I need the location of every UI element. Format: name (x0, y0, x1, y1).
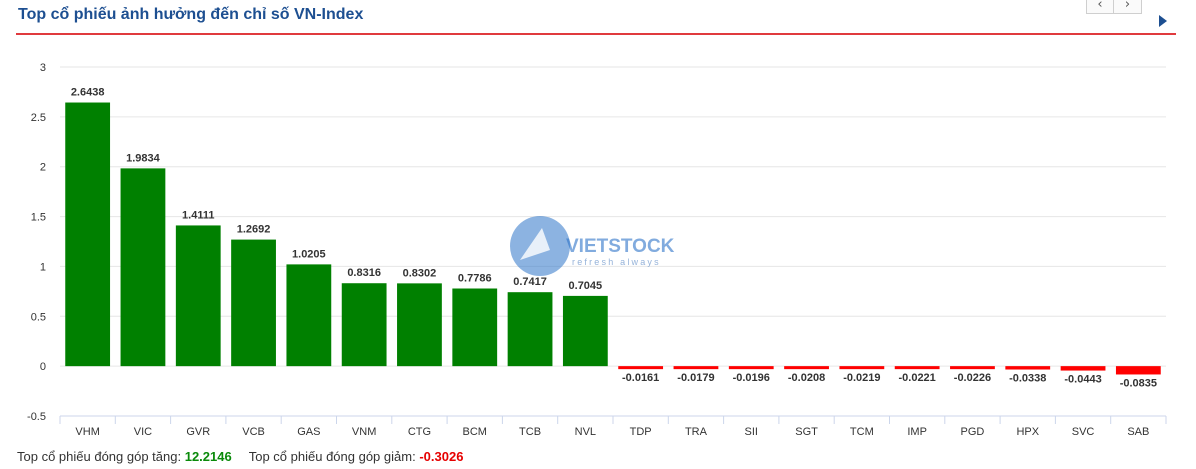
loss-value: -0.3026 (419, 449, 464, 464)
y-tick-label: 2.5 (31, 112, 46, 124)
x-tick-label: PGD (961, 426, 985, 438)
x-tick-label: CTG (408, 426, 431, 438)
data-label: -0.0226 (954, 372, 991, 384)
next-button[interactable]: › (1114, 0, 1142, 14)
x-tick-label: GAS (297, 426, 320, 438)
chevron-right-icon: › (1124, 0, 1131, 12)
data-label: 1.9834 (126, 152, 161, 164)
gain-label: Top cổ phiếu đóng góp tăng: (17, 449, 182, 464)
bar-CTG (397, 283, 442, 367)
bar-GVR (175, 225, 221, 367)
data-label: 1.2692 (237, 224, 271, 236)
x-tick-label: TRA (685, 426, 708, 438)
x-tick-label: VHM (75, 426, 99, 438)
page-title: Top cổ phiếu ảnh hưởng đến chỉ số VN-Ind… (18, 6, 364, 23)
y-tick-label: 0 (40, 361, 46, 373)
loss-label: Top cổ phiếu đóng góp giảm: (248, 449, 416, 464)
bar-SGT (784, 366, 829, 370)
bar-VNM (341, 283, 387, 367)
data-label: -0.0338 (1009, 373, 1046, 385)
data-label: -0.0219 (843, 372, 880, 384)
bar-TDP (618, 366, 664, 370)
y-tick-label: 1 (40, 261, 46, 273)
bar-TCM (839, 366, 885, 370)
data-label: 0.8302 (403, 267, 437, 279)
bar-VHM (65, 102, 111, 367)
x-tick-label: NVL (575, 426, 596, 438)
x-tick-label: IMP (907, 426, 927, 438)
data-label: 0.7045 (569, 280, 603, 292)
watermark-text: VIETSTOCK (566, 236, 675, 257)
x-tick-label: VCB (242, 426, 265, 438)
bar-TCB (507, 292, 553, 367)
y-tick-label: 3 (40, 62, 46, 74)
y-tick-label: 1.5 (31, 212, 46, 224)
data-label: -0.0835 (1120, 377, 1157, 389)
bar-SII (728, 366, 774, 370)
data-label: -0.0443 (1064, 374, 1101, 386)
x-tick-label: SGT (795, 426, 818, 438)
x-tick-label: SII (745, 426, 758, 438)
data-label: -0.0179 (677, 372, 714, 384)
data-label: 1.0205 (292, 248, 326, 260)
summary-footer: Top cổ phiếu đóng góp tăng: 12.2146 Top … (17, 449, 463, 464)
data-label: -0.0196 (733, 372, 770, 384)
chevron-left-icon: ‹ (1097, 0, 1103, 12)
y-tick-label: -0.5 (27, 411, 46, 423)
data-label: 1.4111 (182, 209, 214, 221)
chart-nav: ‹ › (1086, 0, 1142, 14)
data-label: -0.0221 (898, 372, 935, 384)
data-label: 0.8316 (347, 267, 381, 279)
gain-value: 12.2146 (184, 449, 232, 464)
prev-button[interactable]: ‹ (1086, 0, 1114, 14)
data-label: -0.0161 (622, 372, 659, 384)
x-tick-label: HPX (1016, 426, 1039, 438)
x-tick-label: TCB (519, 426, 541, 438)
x-tick-label: BCM (463, 426, 487, 438)
bar-TRA (673, 366, 719, 370)
bar-IMP (894, 366, 940, 370)
bar-SAB (1115, 366, 1161, 375)
bar-SVC (1060, 366, 1106, 371)
data-label: 0.7417 (513, 276, 547, 288)
watermark-tagline: refresh always (572, 257, 661, 267)
bar-VIC (120, 168, 166, 367)
x-tick-label: TDP (630, 426, 652, 438)
x-tick-label: SVC (1072, 426, 1095, 438)
x-tick-label: VIC (134, 426, 152, 438)
bar-GAS (286, 264, 332, 367)
bar-HPX (1005, 366, 1051, 370)
x-tick-label: GVR (186, 426, 210, 438)
data-label: -0.0208 (788, 372, 825, 384)
bar-PGD (950, 366, 995, 370)
bar-VCB (231, 239, 276, 367)
x-tick-label: VNM (352, 426, 376, 438)
play-icon[interactable] (1159, 15, 1167, 27)
x-tick-label: TCM (850, 426, 874, 438)
data-label: 2.6438 (71, 87, 105, 99)
bar-chart: 3 2.5 2 1.5 1 0.5 0 -0.5 VIETSTOCKrefresh always… (27, 62, 1167, 438)
y-tick-label: 0.5 (31, 311, 46, 323)
bar-BCM (452, 288, 498, 367)
title-divider (16, 33, 1176, 35)
bar-NVL (562, 295, 608, 367)
y-tick-label: 2 (40, 162, 46, 174)
data-label: 0.7786 (458, 273, 492, 285)
x-tick-label: SAB (1127, 426, 1149, 438)
